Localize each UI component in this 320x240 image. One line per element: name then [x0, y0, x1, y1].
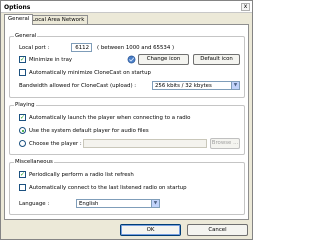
close-icon[interactable]: x: [241, 3, 250, 11]
misc-group: Miscellaneous ✓ Periodically perform a r…: [9, 159, 245, 215]
browse-button[interactable]: Browse ...: [210, 138, 240, 149]
window-title: Options: [4, 4, 31, 11]
local-port-input[interactable]: 6112: [71, 43, 92, 52]
auto-minimize-label: Automatically minimize CloneCast on star…: [29, 70, 151, 76]
tab-local-area-network[interactable]: Local Area Network: [28, 15, 89, 24]
playing-group: Playing ✓ Automatically launch the playe…: [9, 102, 245, 155]
auto-connect-label: Automatically connect to the last listen…: [29, 185, 187, 191]
minimize-in-tray-checkbox[interactable]: ✓: [19, 56, 26, 63]
playing-group-label: Playing: [14, 102, 36, 108]
choose-player-label: Choose the player :: [29, 141, 82, 147]
bandwidth-label: Bandwidth allowed for CloneCast (upload)…: [19, 83, 137, 89]
language-label: Language :: [19, 201, 50, 207]
periodic-refresh-label: Periodically perform a radio list refres…: [29, 172, 134, 178]
language-value: English: [79, 201, 99, 207]
change-icon-button[interactable]: Change icon: [138, 54, 189, 65]
minimize-in-tray-label: Minimize in tray: [29, 57, 73, 63]
port-range-note: ( between 1000 and 65534 ): [97, 45, 175, 51]
use-system-player-radio[interactable]: [19, 127, 26, 134]
auto-launch-player-checkbox[interactable]: ✓: [19, 114, 26, 121]
clonecast-tray-icon: [127, 55, 136, 64]
periodic-refresh-checkbox[interactable]: ✓: [19, 171, 26, 178]
use-system-player-label: Use the system default player for audio …: [29, 128, 149, 134]
chevron-down-icon[interactable]: ▼: [231, 82, 239, 89]
choose-player-radio[interactable]: [19, 140, 26, 147]
general-group: General Local port : 6112 ( between 1000…: [9, 33, 245, 98]
dialog-footer: OK Cancel: [4, 220, 249, 240]
general-group-label: General: [14, 33, 38, 39]
language-select[interactable]: English ▼: [76, 199, 160, 208]
general-tab-panel: General Local port : 6112 ( between 1000…: [4, 24, 249, 220]
local-port-label: Local port :: [19, 45, 50, 51]
bandwidth-value: 256 kbits / 32 kbytes: [155, 83, 212, 89]
ok-button[interactable]: OK: [120, 224, 181, 236]
bandwidth-select[interactable]: 256 kbits / 32 kbytes ▼: [152, 81, 240, 90]
default-icon-button[interactable]: Default icon: [193, 54, 240, 65]
auto-launch-player-label: Automatically launch the player when con…: [29, 115, 191, 121]
title-bar: Options x: [1, 1, 252, 13]
tab-general[interactable]: General: [4, 14, 34, 25]
misc-group-label: Miscellaneous: [14, 159, 54, 165]
tab-strip: General Local Area Network: [4, 14, 249, 25]
auto-connect-checkbox[interactable]: [19, 184, 26, 191]
cancel-button[interactable]: Cancel: [187, 224, 248, 236]
chevron-down-icon[interactable]: ▼: [151, 200, 159, 207]
auto-minimize-checkbox[interactable]: [19, 69, 26, 76]
options-dialog: Options x General Local Area Network Gen…: [0, 0, 253, 240]
player-path-input[interactable]: [83, 139, 207, 148]
